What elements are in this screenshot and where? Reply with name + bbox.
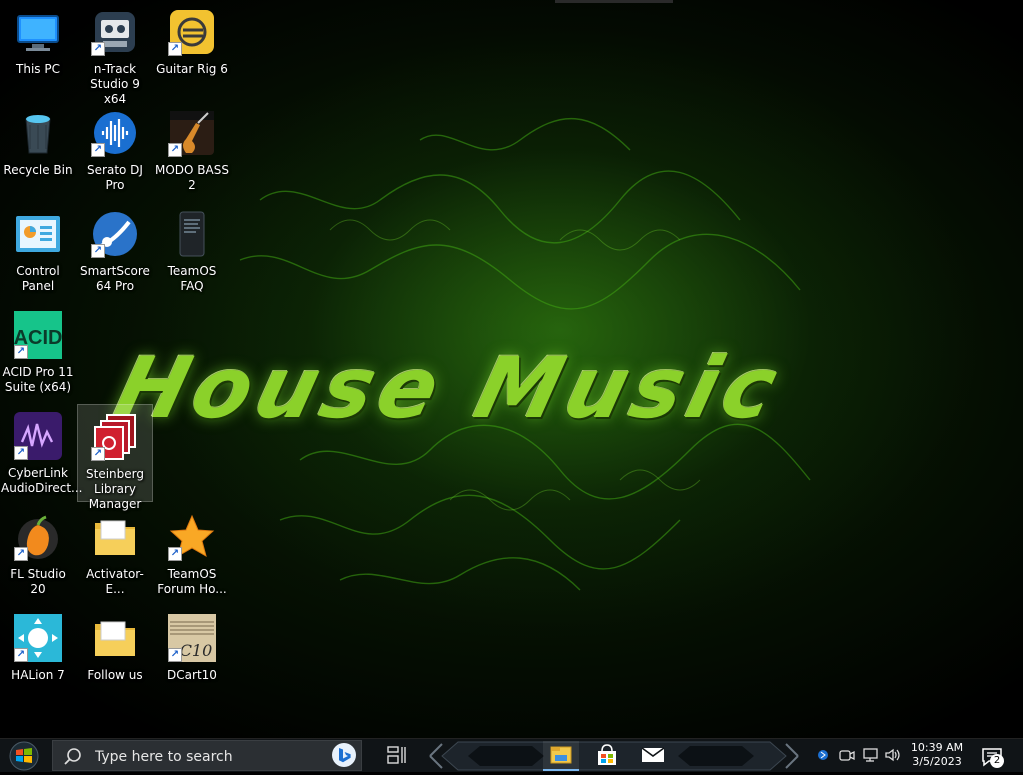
steinberg-icon: ↗ <box>91 413 139 461</box>
svg-text:C10: C10 <box>180 641 213 660</box>
notification-count-badge: 2 <box>990 754 1004 768</box>
guitar-rig-icon: ↗ <box>168 8 216 56</box>
desktop-icon-label: Guitar Rig 6 <box>156 62 228 76</box>
desktop-icon-label: SmartScore 64 Pro <box>80 264 150 293</box>
bluetooth-icon[interactable] <box>814 746 832 764</box>
desktop-icon-dcart10[interactable]: C10 ↗ DCart10 <box>154 606 230 704</box>
clock-time: 10:39 AM <box>910 741 964 754</box>
search-box[interactable] <box>52 740 362 771</box>
desktop-icon-this-pc[interactable]: This PC <box>0 0 76 98</box>
shortcut-arrow-icon: ↗ <box>168 42 182 56</box>
shortcut-arrow-icon: ↗ <box>168 143 182 157</box>
monitor-icon <box>14 8 62 56</box>
desktop-icon-label: DCart10 <box>167 668 217 682</box>
shortcut-arrow-icon: ↗ <box>14 648 28 662</box>
taskbar: 10:39 AM 3/5/2023 2 <box>0 738 1023 772</box>
desktop-icon-teamos-forum-ho[interactable]: ↗ TeamOS Forum Ho... <box>154 505 230 603</box>
shortcut-arrow-icon: ↗ <box>14 446 28 460</box>
desktop-icon-label: ACID Pro 11 Suite (x64) <box>2 365 74 394</box>
wallpaper-house-music-text: House Music <box>105 339 793 437</box>
search-input[interactable] <box>93 745 327 769</box>
desktop-icon-acid-pro-11-suite-x64[interactable]: ACID ↗ ACID Pro 11 Suite (x64) <box>0 303 76 401</box>
modo-bass-icon: ↗ <box>168 109 216 157</box>
mail-icon <box>641 747 665 762</box>
network-icon[interactable] <box>862 746 880 764</box>
shortcut-arrow-icon: ↗ <box>91 244 105 258</box>
windows-logo-icon <box>9 741 39 771</box>
desktop-icon-label: Activator-E... <box>86 567 144 596</box>
shortcut-arrow-icon: ↗ <box>91 42 105 56</box>
desktop-icon-control-panel[interactable]: Control Panel <box>0 202 76 300</box>
desktop-icon-recycle-bin[interactable]: Recycle Bin <box>0 101 76 199</box>
star-icon: ↗ <box>168 513 216 561</box>
smartscore-icon: ↗ <box>91 210 139 258</box>
desktop-icon-label: FL Studio 20 <box>10 567 66 596</box>
serato-icon: ↗ <box>91 109 139 157</box>
desktop-icon-modo-bass-2[interactable]: ↗ MODO BASS 2 <box>154 101 230 199</box>
dcart-icon: C10 ↗ <box>168 614 216 662</box>
desktop-icon-follow-us[interactable]: Follow us <box>77 606 153 704</box>
desktop-icon-label: TeamOS FAQ <box>167 264 217 293</box>
desktop-icon-cyberlink-audiodirect[interactable]: ↗ CyberLink AudioDirect... <box>0 404 83 502</box>
bing-chat-icon[interactable] <box>330 742 358 768</box>
shortcut-arrow-icon: ↗ <box>14 547 28 561</box>
top-edge-strip <box>555 0 673 3</box>
file-explorer-icon <box>550 746 572 764</box>
shortcut-arrow-icon: ↗ <box>168 547 182 561</box>
control-panel-icon <box>14 210 62 258</box>
fl-studio-icon: ↗ <box>14 513 62 561</box>
meet-now-icon[interactable] <box>838 746 856 764</box>
shortcut-arrow-icon: ↗ <box>14 345 28 359</box>
recycle-bin-icon <box>14 109 62 157</box>
system-clock[interactable]: 10:39 AM 3/5/2023 <box>900 741 974 771</box>
desktop-icon-label: MODO BASS 2 <box>155 163 229 192</box>
desktop-icon-halion-7[interactable]: ↗ HALion 7 <box>0 606 76 704</box>
halion-icon: ↗ <box>14 614 62 662</box>
desktop-icon-steinberg-library-manager[interactable]: ↗ Steinberg Library Manager <box>77 404 153 511</box>
folder-icon <box>91 513 139 561</box>
store-icon <box>598 744 616 765</box>
desktop-icon-label: TeamOS Forum Ho... <box>157 567 227 596</box>
desktop-icon-teamos-faq[interactable]: TeamOS FAQ <box>154 202 230 300</box>
desktop-icon-label: CyberLink AudioDirect... <box>1 466 83 495</box>
search-icon <box>64 748 81 765</box>
shortcut-arrow-icon: ↗ <box>91 447 105 461</box>
taskbar-store[interactable] <box>589 741 625 771</box>
desktop-icon-n-track-studio-9-x64[interactable]: ↗ n-Track Studio 9 x64 <box>77 0 153 106</box>
desktop-icon-smartscore-64-pro[interactable]: ↗ SmartScore 64 Pro <box>77 202 153 300</box>
taskbar-mail[interactable] <box>635 741 671 771</box>
desktop-icon-activator-e[interactable]: Activator-E... <box>77 505 153 603</box>
phone-doc-icon <box>168 210 216 258</box>
desktop-icon-label: HALion 7 <box>11 668 65 682</box>
acid-icon: ACID ↗ <box>14 311 62 359</box>
desktop-icon-label: Serato DJ Pro <box>87 163 143 192</box>
desktop-icon-fl-studio-20[interactable]: ↗ FL Studio 20 <box>0 505 76 603</box>
desktop-icon-label: Recycle Bin <box>3 163 73 177</box>
task-view-icon[interactable] <box>384 743 410 767</box>
desktop-icon-label: Follow us <box>87 668 143 682</box>
start-button[interactable] <box>6 741 42 771</box>
desktop-icon-label: This PC <box>16 62 60 76</box>
clock-date: 3/5/2023 <box>912 755 962 768</box>
folder-icon <box>91 614 139 662</box>
taskbar-file-explorer[interactable] <box>543 741 579 771</box>
audiodirector-icon: ↗ <box>14 412 62 460</box>
cassette-icon: ↗ <box>91 8 139 56</box>
desktop-icon-guitar-rig-6[interactable]: ↗ Guitar Rig 6 <box>154 0 230 98</box>
desktop-icon-serato-dj-pro[interactable]: ↗ Serato DJ Pro <box>77 101 153 199</box>
shortcut-arrow-icon: ↗ <box>91 143 105 157</box>
desktop-icon-label: Control Panel <box>16 264 60 293</box>
shortcut-arrow-icon: ↗ <box>168 648 182 662</box>
